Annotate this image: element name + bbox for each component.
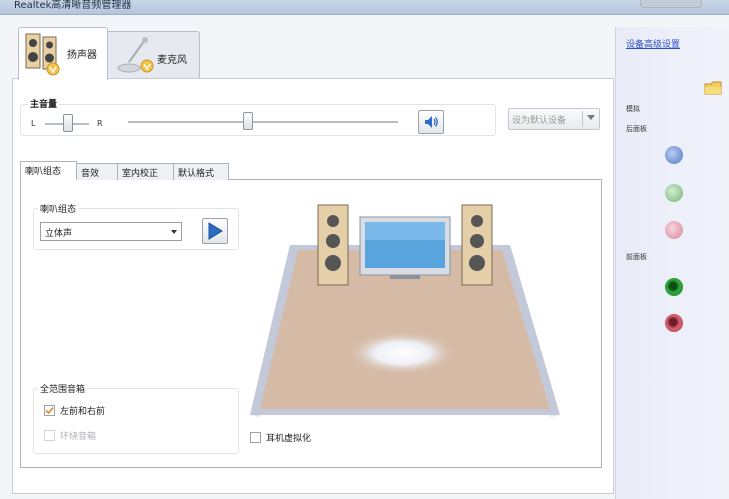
- tab-speaker-label: 扬声器: [67, 50, 97, 61]
- tv-display: [359, 216, 451, 279]
- play-icon: [208, 222, 223, 240]
- tab-speaker-configuration[interactable]: 喇叭组态: [20, 161, 77, 180]
- master-volume-label: 主音量: [28, 97, 60, 110]
- mute-button[interactable]: [418, 110, 444, 134]
- sweet-spot: [347, 331, 457, 375]
- window-controls[interactable]: [640, 0, 702, 8]
- chevron-down-icon: [171, 230, 177, 234]
- volume-slider-thumb[interactable]: [243, 112, 253, 130]
- speaker-config-select[interactable]: 立体声: [40, 222, 182, 241]
- full-range-speakers-label: 全范围音箱: [38, 382, 88, 395]
- speaker-room-visualization: [250, 204, 560, 417]
- balance-slider-thumb[interactable]: [63, 114, 73, 132]
- speaker-config-label: 喇叭组态: [38, 202, 79, 215]
- tab-microphone-label: 麦克风: [157, 55, 187, 66]
- connector-settings-panel: [615, 27, 729, 499]
- title-bar: Realtek高清晰音频管理器: [0, 0, 729, 15]
- headphone-virtualization-checkbox[interactable]: [250, 432, 261, 443]
- tab-room-correction[interactable]: 室内校正: [117, 163, 174, 180]
- advanced-device-settings-link[interactable]: 设备高级设置: [626, 37, 680, 50]
- tab-speaker[interactable]: 扬声器: [18, 27, 108, 80]
- speaker-volume-icon: [425, 116, 438, 128]
- volume-slider-track[interactable]: [128, 121, 398, 124]
- check-icon: [45, 406, 54, 415]
- back-blue-jack[interactable]: [665, 146, 683, 164]
- surround-label: 环绕音箱: [60, 432, 97, 442]
- right-speaker-icon[interactable]: [461, 204, 493, 286]
- balance-left-label: L: [31, 119, 36, 128]
- balance-right-label: R: [97, 119, 103, 128]
- window-title: Realtek高清晰音频管理器: [14, 0, 132, 11]
- tab-microphone[interactable]: 麦克风: [106, 31, 200, 79]
- microphone-icon: [117, 37, 154, 73]
- speaker-icon: [25, 33, 60, 76]
- folder-icon[interactable]: [704, 80, 722, 96]
- analog-label: 模拟: [626, 105, 640, 113]
- headphone-virtualization-label: 耳机虚拟化: [266, 434, 312, 444]
- set-default-device-label: 设为默认设备: [512, 116, 567, 126]
- front-lr-checkbox[interactable]: [44, 405, 55, 416]
- front-pink-jack[interactable]: [665, 314, 683, 332]
- chevron-down-icon: [587, 115, 595, 120]
- tab-sound-effects[interactable]: 音效: [76, 163, 118, 180]
- play-test-button[interactable]: [202, 218, 228, 244]
- tab-default-format[interactable]: 默认格式: [173, 163, 229, 180]
- back-green-jack[interactable]: [665, 184, 683, 202]
- left-speaker-icon[interactable]: [317, 204, 349, 286]
- speaker-config-value: 立体声: [45, 229, 73, 239]
- back-panel-label: 后面板: [626, 125, 647, 133]
- front-green-jack[interactable]: [665, 278, 683, 296]
- back-pink-jack[interactable]: [665, 221, 683, 239]
- set-default-device-button[interactable]: 设为默认设备: [508, 108, 600, 130]
- full-range-speakers-group: [33, 388, 239, 454]
- front-lr-label: 左前和右前: [60, 407, 106, 417]
- surround-checkbox[interactable]: [44, 430, 55, 441]
- front-panel-label: 前面板: [626, 253, 647, 261]
